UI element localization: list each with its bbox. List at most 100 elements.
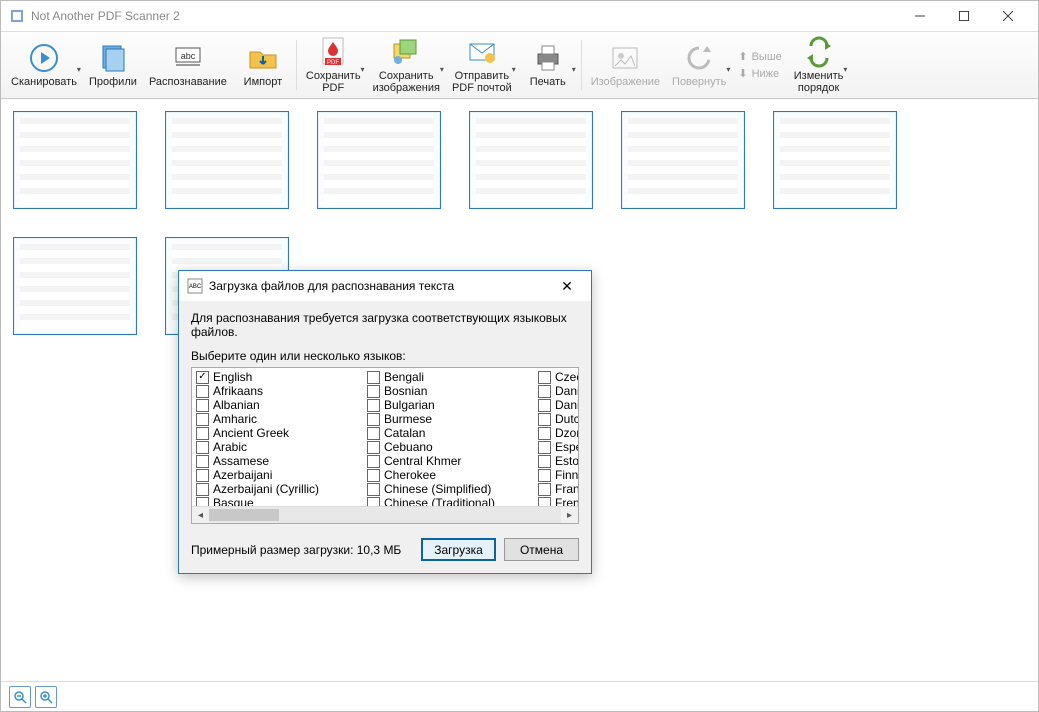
checkbox[interactable]: [538, 483, 551, 496]
checkbox[interactable]: [196, 455, 209, 468]
language-item[interactable]: Chinese (Simplified): [363, 482, 534, 496]
page-thumbnail[interactable]: [317, 111, 441, 209]
checkbox[interactable]: [196, 497, 209, 507]
checkbox[interactable]: [367, 413, 380, 426]
language-item[interactable]: Chinese (Traditional): [363, 496, 534, 506]
rotate-button[interactable]: Повернуть ▾: [666, 35, 732, 95]
scroll-right-button[interactable]: ▸: [561, 507, 578, 523]
checkbox[interactable]: [538, 427, 551, 440]
import-button[interactable]: Импорт: [233, 35, 293, 95]
language-item[interactable]: Finnish: [534, 468, 579, 482]
language-item[interactable]: Bulgarian: [363, 398, 534, 412]
language-item[interactable]: Danish: [534, 384, 579, 398]
language-item[interactable]: Amharic: [192, 412, 363, 426]
language-item[interactable]: Cherokee: [363, 468, 534, 482]
move-down-button[interactable]: ⬇ Ниже: [738, 67, 781, 80]
language-item[interactable]: Arabic: [192, 440, 363, 454]
zoom-out-button[interactable]: [9, 686, 31, 708]
minimize-button[interactable]: [898, 1, 942, 31]
checkbox[interactable]: [538, 371, 551, 384]
language-item[interactable]: Assamese: [192, 454, 363, 468]
checkbox[interactable]: [538, 497, 551, 507]
checkbox[interactable]: [196, 413, 209, 426]
checkbox[interactable]: ✓: [196, 371, 209, 384]
zoom-in-button[interactable]: [35, 686, 57, 708]
language-item[interactable]: Bengali: [363, 370, 534, 384]
dialog-close-button[interactable]: ✕: [551, 278, 583, 295]
language-item[interactable]: Ancient Greek: [192, 426, 363, 440]
download-button[interactable]: Загрузка: [421, 538, 496, 561]
image-button[interactable]: Изображение: [585, 35, 666, 95]
page-thumbnail[interactable]: [621, 111, 745, 209]
svg-text:PDF: PDF: [327, 60, 339, 66]
language-item[interactable]: Espera: [534, 440, 579, 454]
print-button[interactable]: Печать ▾: [518, 35, 578, 95]
language-item[interactable]: Basque: [192, 496, 363, 506]
language-listbox[interactable]: ✓EnglishAfrikaansAlbanianAmharicAncient …: [191, 367, 579, 524]
language-item[interactable]: Central Khmer: [363, 454, 534, 468]
checkbox[interactable]: [196, 483, 209, 496]
page-thumbnail[interactable]: [773, 111, 897, 209]
language-item[interactable]: Estonia: [534, 454, 579, 468]
checkbox[interactable]: [367, 497, 380, 507]
language-item[interactable]: Bosnian: [363, 384, 534, 398]
maximize-button[interactable]: [942, 1, 986, 31]
cancel-button-label: Отмена: [520, 543, 563, 557]
checkbox[interactable]: [538, 399, 551, 412]
checkbox[interactable]: [538, 413, 551, 426]
checkbox[interactable]: [538, 469, 551, 482]
language-item[interactable]: Afrikaans: [192, 384, 363, 398]
checkbox[interactable]: [196, 427, 209, 440]
checkbox[interactable]: [367, 441, 380, 454]
language-item[interactable]: Dzong: [534, 426, 579, 440]
checkbox[interactable]: [538, 455, 551, 468]
language-item[interactable]: Frankis: [534, 482, 579, 496]
page-thumbnail[interactable]: [165, 111, 289, 209]
checkbox[interactable]: [367, 371, 380, 384]
reorder-button[interactable]: Изменить порядок ▾: [788, 35, 850, 95]
checkbox[interactable]: [196, 469, 209, 482]
checkbox[interactable]: [367, 483, 380, 496]
ocr-button[interactable]: abc Распознавание: [143, 35, 233, 95]
ocr-download-dialog: ABC Загрузка файлов для распознавания те…: [178, 270, 592, 574]
page-thumbnail[interactable]: [469, 111, 593, 209]
language-item[interactable]: Albanian: [192, 398, 363, 412]
language-item[interactable]: ✓English: [192, 370, 363, 384]
scroll-track[interactable]: [209, 507, 561, 523]
language-item[interactable]: Azerbaijani (Cyrillic): [192, 482, 363, 496]
scroll-thumb[interactable]: [209, 509, 279, 521]
page-thumbnail[interactable]: [13, 237, 137, 335]
save-images-button[interactable]: Сохранить изображения ▾: [367, 35, 446, 95]
language-item[interactable]: Dutch: [534, 412, 579, 426]
language-item[interactable]: Czech: [534, 370, 579, 384]
checkbox[interactable]: [367, 469, 380, 482]
close-button[interactable]: [986, 1, 1030, 31]
rotate-icon: [683, 42, 715, 74]
page-thumbnail[interactable]: [13, 111, 137, 209]
language-item[interactable]: Cebuano: [363, 440, 534, 454]
checkbox[interactable]: [196, 399, 209, 412]
cancel-button[interactable]: Отмена: [504, 538, 579, 561]
checkbox[interactable]: [367, 385, 380, 398]
checkbox[interactable]: [367, 455, 380, 468]
scroll-left-button[interactable]: ◂: [192, 507, 209, 523]
checkbox[interactable]: [196, 385, 209, 398]
dialog-body: Для распознавания требуется загрузка соо…: [179, 301, 591, 573]
language-item[interactable]: French: [534, 496, 579, 506]
checkbox[interactable]: [367, 427, 380, 440]
language-item[interactable]: Burmese: [363, 412, 534, 426]
language-item[interactable]: Danish: [534, 398, 579, 412]
checkbox[interactable]: [367, 399, 380, 412]
scan-button[interactable]: Сканировать ▾: [5, 35, 83, 95]
checkbox[interactable]: [538, 385, 551, 398]
horizontal-scrollbar[interactable]: ◂ ▸: [192, 506, 578, 523]
checkbox[interactable]: [538, 441, 551, 454]
checkbox[interactable]: [196, 441, 209, 454]
language-item[interactable]: Catalan: [363, 426, 534, 440]
save-pdf-button[interactable]: PDF Сохранить PDF ▾: [300, 35, 367, 95]
profiles-button[interactable]: Профили: [83, 35, 143, 95]
move-up-button[interactable]: ⬆ Выше: [738, 50, 781, 63]
language-item[interactable]: Azerbaijani: [192, 468, 363, 482]
reorder-label: Изменить порядок: [794, 70, 844, 94]
send-pdf-button[interactable]: Отправить PDF почтой ▾: [446, 35, 518, 95]
